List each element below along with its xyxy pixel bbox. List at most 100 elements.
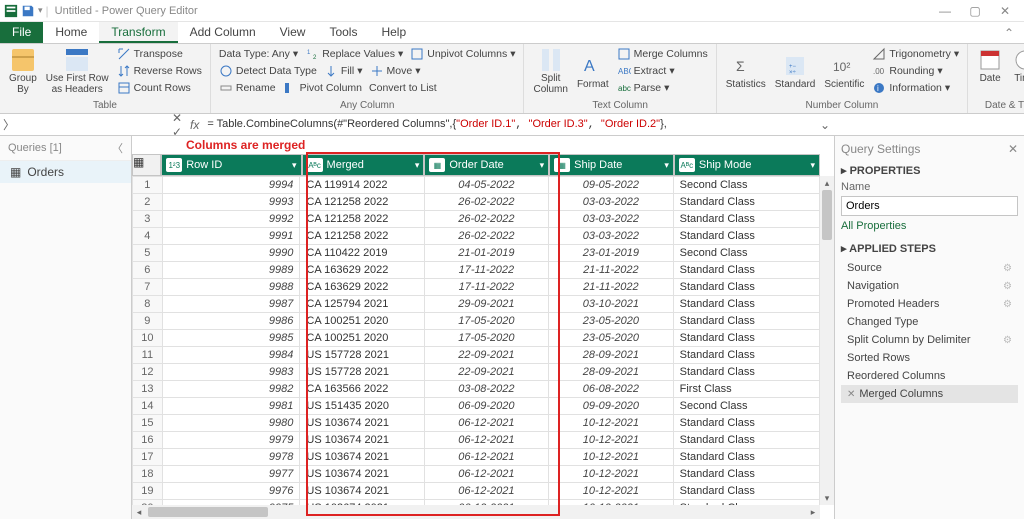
date-button[interactable]: Date [974, 46, 1006, 85]
format-button[interactable]: AFormat [574, 52, 612, 91]
tab-help[interactable]: Help [369, 22, 418, 43]
scroll-up-icon[interactable]: ▴ [820, 176, 834, 190]
first-row-headers-button[interactable]: Use First Row as Headers [43, 46, 112, 96]
reverse-rows-button[interactable]: Reverse Rows [115, 63, 204, 79]
statistics-button[interactable]: ΣStatistics [723, 52, 769, 91]
tab-file[interactable]: File [0, 22, 43, 43]
scroll-down-icon[interactable]: ▾ [820, 491, 834, 505]
applied-step[interactable]: Changed Type [841, 313, 1018, 331]
formula-input[interactable]: = Table.CombineColumns(#"Reordered Colum… [203, 118, 816, 131]
merge-columns-button[interactable]: Merge Columns [615, 46, 710, 62]
close-pane-icon[interactable]: ✕ [1008, 142, 1018, 156]
table-row[interactable]: 59990CA 110422 201921-01-201923-01-2019S… [133, 245, 820, 262]
extract-button[interactable]: ABCExtract ▾ [615, 63, 710, 79]
close-button[interactable]: ✕ [990, 4, 1020, 18]
table-row[interactable]: 29993CA 121258 202226-02-202203-03-2022S… [133, 194, 820, 211]
trigonometry-button[interactable]: Trigonometry ▾ [870, 46, 961, 62]
vertical-scrollbar[interactable]: ▴ ▾ [820, 176, 834, 505]
col-header-shipdate[interactable]: ▦Ship Date▾ [549, 154, 674, 176]
replace-values-button[interactable]: 12Replace Values ▾ [303, 46, 405, 62]
applied-step[interactable]: Split Column by Delimiter⚙ [841, 331, 1018, 349]
hscroll-thumb[interactable] [148, 507, 268, 517]
table-row[interactable]: 49991CA 121258 202226-02-202203-03-2022S… [133, 228, 820, 245]
table-row[interactable]: 79988CA 163629 202217-11-202221-11-2022S… [133, 279, 820, 296]
save-icon[interactable] [21, 4, 35, 18]
applied-step[interactable]: Navigation⚙ [841, 277, 1018, 295]
rounding-button[interactable]: .00Rounding ▾ [870, 63, 961, 79]
applied-step[interactable]: Promoted Headers⚙ [841, 295, 1018, 313]
ribbon-collapse-icon[interactable]: ⌃ [994, 22, 1024, 43]
table-row[interactable]: 109985CA 100251 202017-05-202023-05-2020… [133, 330, 820, 347]
table-row[interactable]: 69989CA 163629 202217-11-202221-11-2022S… [133, 262, 820, 279]
col-header-rowid[interactable]: 1²3Row ID▾ [161, 154, 301, 176]
time-button[interactable]: Time [1009, 46, 1024, 85]
convert-to-list-button[interactable]: Convert to List [367, 81, 439, 95]
rename-button[interactable]: Rename [217, 80, 278, 96]
table-row[interactable]: 39992CA 121258 202226-02-202203-03-2022S… [133, 211, 820, 228]
fx-icon[interactable]: fx [186, 118, 203, 132]
applied-step[interactable]: ✕Merged Columns [841, 385, 1018, 403]
groupby-button[interactable]: Group By [6, 46, 40, 96]
split-column-button[interactable]: Split Column [530, 46, 570, 96]
table-row[interactable]: 139982CA 163566 202203-08-202206-08-2022… [133, 381, 820, 398]
table-row[interactable]: 189977US 103674 202106-12-202110-12-2021… [133, 466, 820, 483]
tab-tools[interactable]: Tools [317, 22, 369, 43]
transpose-button[interactable]: Transpose [115, 46, 204, 62]
table-row[interactable]: 169979US 103674 202106-12-202110-12-2021… [133, 432, 820, 449]
scroll-right-icon[interactable]: ▸ [806, 507, 820, 518]
table-row[interactable]: 19994CA 119914 202204-05-202209-05-2022S… [133, 177, 820, 194]
data-type-button[interactable]: Data Type: Any ▾ [217, 47, 300, 61]
table-row[interactable]: 179978US 103674 202106-12-202110-12-2021… [133, 449, 820, 466]
unpivot-button[interactable]: Unpivot Columns ▾ [408, 46, 517, 62]
query-name-input[interactable] [841, 196, 1018, 216]
all-properties-link[interactable]: All Properties [841, 220, 1018, 232]
gear-icon[interactable]: ⚙ [1003, 281, 1012, 292]
table-row[interactable]: 199976US 103674 202106-12-202110-12-2021… [133, 483, 820, 500]
col-header-merged[interactable]: AᴮcMerged▾ [302, 154, 425, 176]
table-row[interactable]: 149981US 151435 202006-09-202009-09-2020… [133, 398, 820, 415]
tab-transform[interactable]: Transform [99, 22, 177, 43]
pivot-column-button[interactable]: Pivot Column [281, 80, 364, 96]
title-bar: ▾ | Untitled - Power Query Editor — ▢ ✕ [0, 0, 1024, 22]
fill-button[interactable]: Fill ▾ [322, 63, 365, 79]
table-row[interactable]: 159980US 103674 202106-12-202110-12-2021… [133, 415, 820, 432]
query-item-orders[interactable]: ▦Orders [0, 161, 131, 183]
scroll-thumb[interactable] [822, 190, 832, 240]
formula-bar: 〉 ✕ ✓ fx = Table.CombineColumns(#"Reorde… [0, 114, 1024, 136]
rownum-header[interactable]: ▦ [132, 154, 161, 176]
applied-step[interactable]: Source⚙ [841, 259, 1018, 277]
applied-step[interactable]: Sorted Rows [841, 349, 1018, 367]
table-row[interactable]: 129983US 157728 202122-09-202128-09-2021… [133, 364, 820, 381]
formula-tools-icon[interactable]: ✕ ✓ [168, 111, 186, 139]
standard-button[interactable]: +−×÷Standard [772, 52, 819, 91]
maximize-button[interactable]: ▢ [960, 4, 990, 18]
data-table[interactable]: 19994CA 119914 202204-05-202209-05-2022S… [132, 176, 820, 505]
detect-data-type-button[interactable]: Detect Data Type [217, 63, 319, 79]
formula-expand-icon[interactable]: ⌄ [816, 118, 834, 132]
horizontal-scrollbar[interactable]: ◂ ▸ [132, 505, 820, 519]
gear-icon[interactable]: ⚙ [1003, 335, 1012, 346]
svg-text:2: 2 [313, 55, 317, 61]
query-settings-title: Query Settings✕ [841, 140, 1018, 158]
information-button[interactable]: iInformation ▾ [870, 80, 961, 96]
tab-add-column[interactable]: Add Column [178, 22, 268, 43]
parse-button[interactable]: abcParse ▾ [615, 80, 710, 96]
tab-view[interactable]: View [268, 22, 318, 43]
annotation-text: Columns are merged [186, 138, 305, 152]
minimize-button[interactable]: — [930, 4, 960, 18]
queries-pane-toggle-icon[interactable]: 〉 [0, 116, 18, 133]
gear-icon[interactable]: ⚙ [1003, 299, 1012, 310]
applied-step[interactable]: Reordered Columns [841, 367, 1018, 385]
move-button[interactable]: Move ▾ [368, 63, 423, 79]
gear-icon[interactable]: ⚙ [1003, 263, 1012, 274]
table-row[interactable]: 89987CA 125794 202129-09-202103-10-2021S… [133, 296, 820, 313]
collapse-icon[interactable]: 〈 [112, 140, 123, 156]
table-row[interactable]: 119984US 157728 202122-09-202128-09-2021… [133, 347, 820, 364]
col-header-orderdate[interactable]: ▦Order Date▾ [424, 154, 549, 176]
count-rows-button[interactable]: Count Rows [115, 80, 204, 96]
tab-home[interactable]: Home [43, 22, 99, 43]
table-row[interactable]: 99986CA 100251 202017-05-202023-05-2020S… [133, 313, 820, 330]
scroll-left-icon[interactable]: ◂ [132, 507, 146, 518]
scientific-button[interactable]: 10²Scientific [821, 52, 867, 91]
col-header-shipmode[interactable]: AᴮcShip Mode▾ [674, 154, 820, 176]
